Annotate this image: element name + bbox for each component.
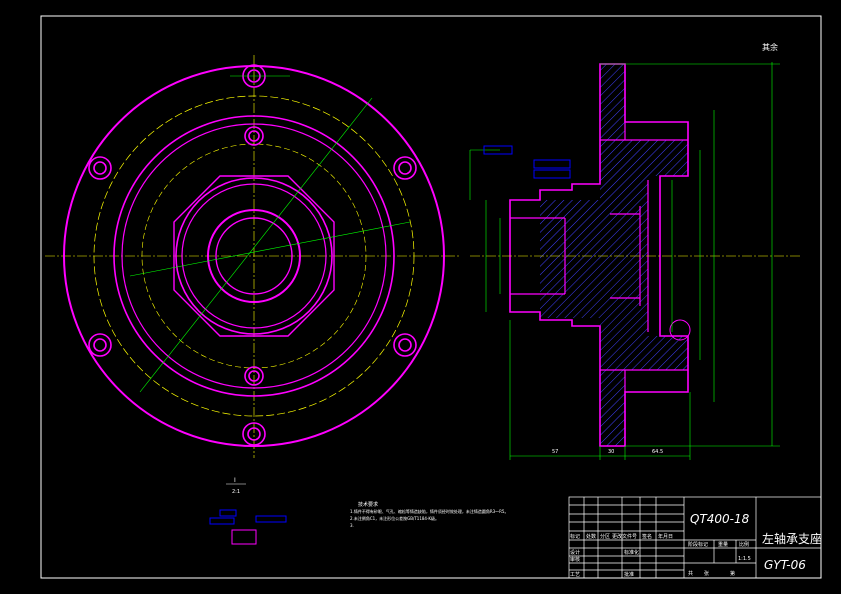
scale-value: 1:1.5 xyxy=(738,556,751,562)
stage-label-3: 比例 xyxy=(739,541,749,548)
front-dimension-leaders xyxy=(129,75,411,393)
surface-roughness-note: 其余 xyxy=(762,42,778,52)
sheet-total-label: 共 xyxy=(688,570,693,577)
sheet-no-label: 张 xyxy=(704,570,709,577)
dim-bottom-1: 57 xyxy=(552,449,558,455)
tech-req-line-1: 1.铸件不得有砂眼、气孔、缩松等铸造缺陷，铸件须经时效处理，未注铸造圆角R3～R… xyxy=(350,508,508,514)
tech-req-title: 技术要求 xyxy=(358,501,378,508)
detail-view-i: I 2:1 xyxy=(209,477,287,545)
part-name-text: 左轴承支座 xyxy=(762,531,822,546)
title-header-5: 年月日 xyxy=(658,533,673,540)
title-row-label-4: 工艺 xyxy=(570,572,580,578)
tech-req-line-3: 3. xyxy=(350,523,354,528)
bolt-hole-tr xyxy=(393,156,417,180)
front-view xyxy=(45,55,460,458)
tech-req-line-2: 2.未注倒角C1，未注形位公差按GB/T1184-K级。 xyxy=(350,515,439,521)
drawing-number-text: GYT-06 xyxy=(764,558,806,572)
cad-drawing: 57 30 64.5 其余 I 2:1 技术要求 1.铸件不得有砂眼、气孔、缩松… xyxy=(40,15,822,579)
detail-letter: I xyxy=(234,477,236,484)
section-hatch-flange-top xyxy=(600,64,625,140)
title-header-2: 分区 xyxy=(600,533,610,540)
approve-label: 批准 xyxy=(624,571,634,578)
title-header-4: 签名 xyxy=(642,533,652,540)
standardization-label: 标准化 xyxy=(624,549,639,556)
section-view: 57 30 64.5 xyxy=(469,62,800,460)
section-hatch-flange-bottom xyxy=(600,370,625,446)
title-header-1: 处数 xyxy=(586,533,596,540)
bolt-hole-br xyxy=(393,333,417,357)
title-header-3: 更改文件号 xyxy=(612,533,637,540)
dim-bottom-3: 64.5 xyxy=(652,449,663,455)
drawing-frame xyxy=(40,15,822,579)
stage-label-1: 阶段标记 xyxy=(688,541,708,548)
gdt-frames xyxy=(483,145,571,179)
bolt-hole-bl xyxy=(88,333,112,357)
bolt-hole-tl xyxy=(88,156,112,180)
title-row-label-2: 设计 xyxy=(570,549,580,556)
material-text: QT400-18 xyxy=(690,512,750,526)
technical-requirements: 技术要求 1.铸件不得有砂眼、气孔、缩松等铸造缺陷，铸件须经时效处理，未注铸造圆… xyxy=(350,501,508,528)
stage-label-2: 重量 xyxy=(718,541,728,548)
sheet-word-label: 第 xyxy=(730,570,735,577)
title-row-label-3: 审核 xyxy=(570,556,580,563)
dim-bottom-2: 30 xyxy=(608,449,614,455)
title-row-label-1: 标记 xyxy=(570,533,580,540)
detail-scale: 2:1 xyxy=(232,489,240,495)
